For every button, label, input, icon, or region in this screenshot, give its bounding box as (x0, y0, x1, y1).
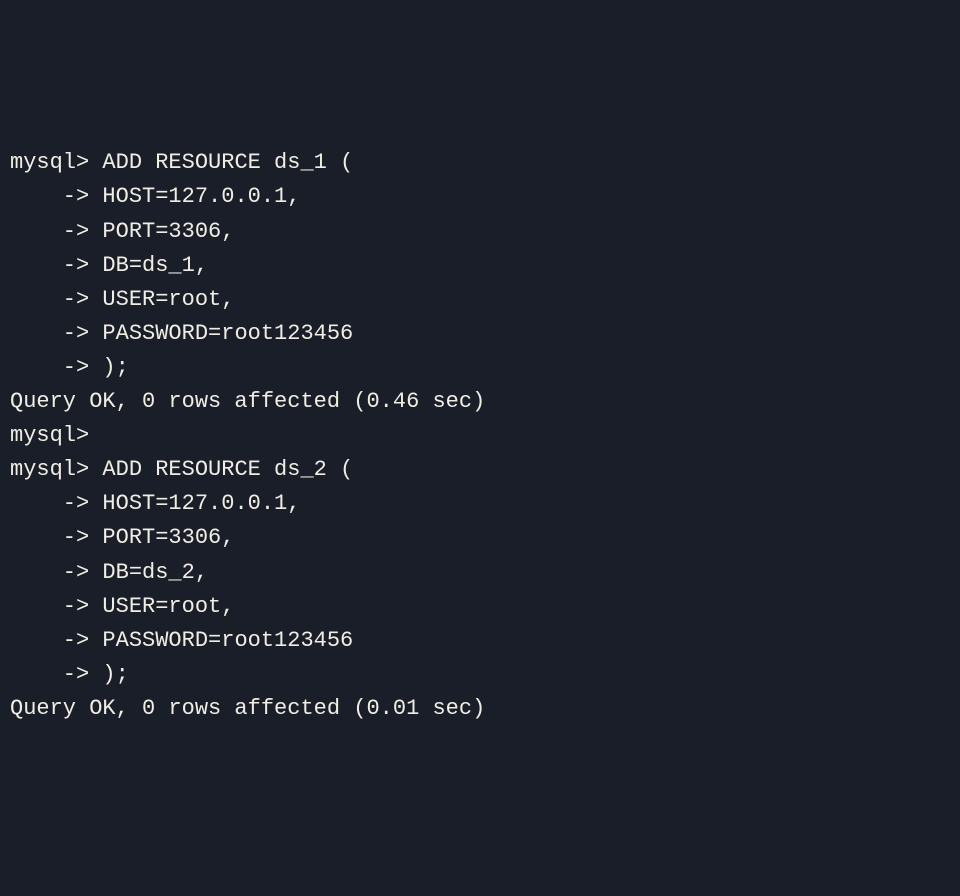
mysql-prompt: mysql> (10, 150, 89, 175)
continuation-prompt: -> (10, 253, 89, 278)
terminal-line: -> PASSWORD=root123456 (10, 624, 950, 658)
command-text: USER=root, (89, 287, 234, 312)
terminal-line: mysql> ADD RESOURCE ds_2 ( (10, 453, 950, 487)
terminal-line: -> USER=root, (10, 283, 950, 317)
command-text: DB=ds_1, (89, 253, 208, 278)
terminal-line: -> PASSWORD=root123456 (10, 317, 950, 351)
continuation-prompt: -> (10, 594, 89, 619)
command-text: HOST=127.0.0.1, (89, 491, 300, 516)
terminal-line: -> PORT=3306, (10, 521, 950, 555)
continuation-prompt: -> (10, 219, 89, 244)
terminal-line: -> ); (10, 351, 950, 385)
continuation-prompt: -> (10, 662, 89, 687)
command-text: PORT=3306, (89, 219, 234, 244)
command-text: PORT=3306, (89, 525, 234, 550)
continuation-prompt: -> (10, 525, 89, 550)
continuation-prompt: -> (10, 560, 89, 585)
command-text: DB=ds_2, (89, 560, 208, 585)
terminal-line: mysql> (10, 419, 950, 453)
continuation-prompt: -> (10, 355, 89, 380)
query-result: Query OK, 0 rows affected (0.46 sec) (10, 385, 950, 419)
continuation-prompt: -> (10, 628, 89, 653)
continuation-prompt: -> (10, 184, 89, 209)
command-text: ADD RESOURCE ds_1 ( (89, 150, 353, 175)
terminal-line: -> HOST=127.0.0.1, (10, 487, 950, 521)
command-text: ADD RESOURCE ds_2 ( (89, 457, 353, 482)
terminal-line: -> USER=root, (10, 590, 950, 624)
mysql-prompt: mysql> (10, 457, 89, 482)
terminal-line: mysql> ADD RESOURCE ds_1 ( (10, 146, 950, 180)
terminal-line: -> DB=ds_1, (10, 249, 950, 283)
command-text: ); (89, 355, 129, 380)
command-text: ); (89, 662, 129, 687)
command-text: HOST=127.0.0.1, (89, 184, 300, 209)
continuation-prompt: -> (10, 491, 89, 516)
terminal-line: -> DB=ds_2, (10, 556, 950, 590)
continuation-prompt: -> (10, 321, 89, 346)
mysql-prompt: mysql> (10, 423, 89, 448)
command-text: USER=root, (89, 594, 234, 619)
terminal-line: -> HOST=127.0.0.1, (10, 180, 950, 214)
terminal-line: -> ); (10, 658, 950, 692)
command-text: PASSWORD=root123456 (89, 628, 353, 653)
command-text (89, 423, 102, 448)
terminal-line: -> PORT=3306, (10, 215, 950, 249)
command-text: PASSWORD=root123456 (89, 321, 353, 346)
query-result: Query OK, 0 rows affected (0.01 sec) (10, 692, 950, 726)
continuation-prompt: -> (10, 287, 89, 312)
